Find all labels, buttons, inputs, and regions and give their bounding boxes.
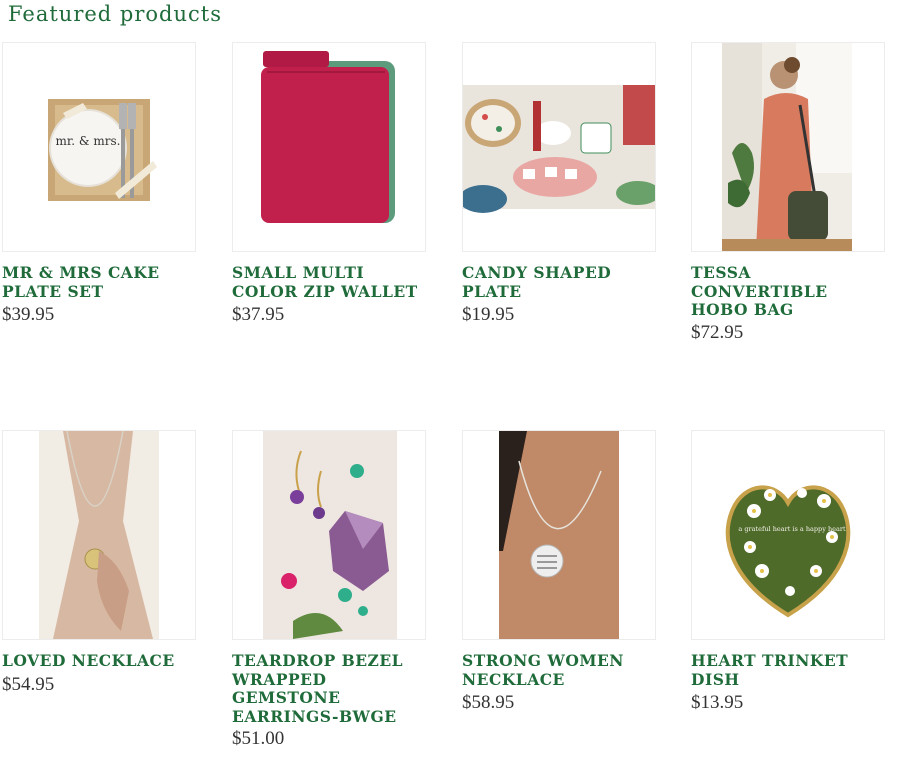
product-image-link[interactable]	[2, 430, 196, 640]
dish-text: a grateful heart is a happy heart	[738, 525, 846, 533]
product-price: $72.95	[691, 322, 744, 343]
product-name[interactable]: TEARDROP BEZEL WRAPPED GEMSTONE EARRINGS…	[232, 651, 428, 726]
product-name[interactable]: LOVED NECKLACE	[2, 651, 198, 671]
hobo-bag-image	[722, 43, 852, 251]
product-price: $51.00	[232, 728, 285, 749]
product-name[interactable]: TESSA CONVERTIBLE HOBO BAG	[691, 263, 887, 320]
product-name[interactable]: SMALL MULTI COLOR ZIP WALLET	[232, 263, 428, 301]
product-price: $37.95	[232, 304, 285, 325]
product-price: $54.95	[2, 674, 55, 695]
heart-trinket-dish-image: a grateful heart is a happy heart	[725, 485, 851, 618]
product-image-link[interactable]	[462, 42, 656, 252]
product-image-link[interactable]	[691, 42, 885, 252]
product-image-link[interactable]	[232, 430, 426, 640]
product-image-link[interactable]	[232, 42, 426, 252]
candy-plates-image	[463, 85, 655, 213]
product-image-link[interactable]: a grateful heart is a happy heart	[691, 430, 885, 640]
zip-wallet-image	[261, 51, 395, 223]
loved-necklace-image	[39, 431, 159, 639]
cake-plate-set-image: mr. & mrs.	[48, 99, 157, 201]
product-name[interactable]: MR & MRS CAKE PLATE SET	[2, 263, 198, 301]
product-name[interactable]: CANDY SHAPED PLATE	[462, 263, 658, 301]
plate-text: mr. & mrs.	[55, 134, 120, 148]
section-title: Featured products	[8, 2, 222, 26]
gemstone-earrings-image	[263, 431, 397, 639]
product-name[interactable]: STRONG WOMEN NECKLACE	[462, 651, 658, 689]
product-price: $19.95	[462, 304, 515, 325]
product-price: $58.95	[462, 692, 515, 713]
product-image-link[interactable]: mr. & mrs.	[2, 42, 196, 252]
product-price: $39.95	[2, 304, 55, 325]
product-price: $13.95	[691, 692, 744, 713]
strong-women-necklace-image	[499, 431, 619, 639]
product-name[interactable]: HEART TRINKET DISH	[691, 651, 887, 689]
product-image-link[interactable]	[462, 430, 656, 640]
